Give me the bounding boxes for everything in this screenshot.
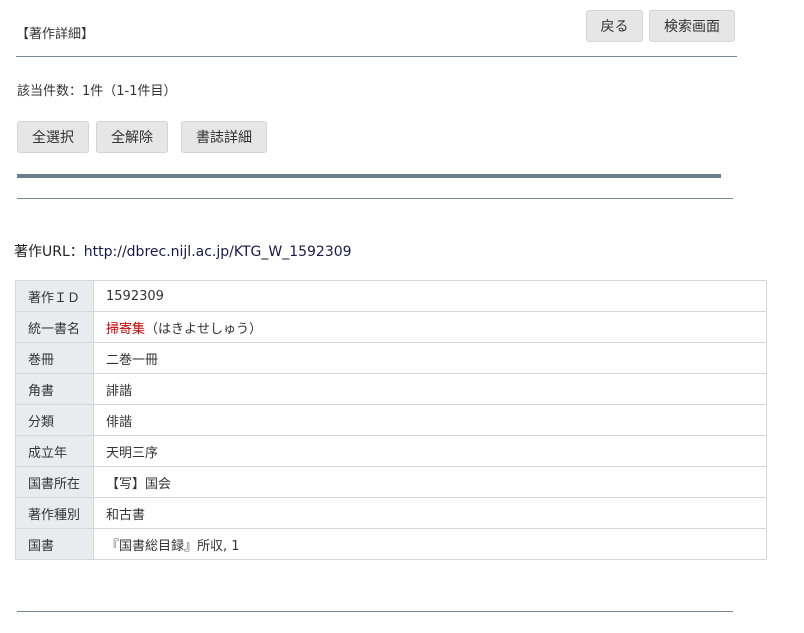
divider	[17, 611, 733, 612]
holdings-value: 【写】国会	[93, 466, 767, 498]
table-row: 国書所在 【写】国会	[15, 466, 767, 498]
category-value: 俳諧	[93, 404, 767, 436]
table-row: 統一書名 掃寄集（はきよせしゅう）	[15, 311, 767, 343]
unified-title-value: 掃寄集（はきよせしゅう）	[93, 311, 767, 343]
volumes-value: 二巻一冊	[93, 342, 767, 374]
select-all-button[interactable]: 全選択	[17, 121, 89, 153]
row-label: 分類	[15, 404, 94, 436]
table-row: 角書 誹諧	[15, 373, 767, 405]
kakugaki-value: 誹諧	[93, 373, 767, 405]
work-url: 著作URL：http://dbrec.nijl.ac.jp/KTG_W_1592…	[14, 241, 352, 261]
work-url-label: 著作URL：	[14, 244, 84, 260]
work-url-value[interactable]: http://dbrec.nijl.ac.jp/KTG_W_1592309	[84, 244, 352, 260]
kokusho-value: 『国書総目録』所収, 1	[93, 528, 767, 560]
row-label: 国書所在	[15, 466, 94, 498]
unified-title-reading: （はきよせしゅう）	[145, 321, 263, 337]
back-button[interactable]: 戻る	[586, 10, 643, 42]
table-row: 著作ＩＤ 1592309	[15, 280, 767, 312]
table-row: 巻冊 二巻一冊	[15, 342, 767, 374]
row-label: 著作種別	[15, 497, 94, 529]
table-row: 分類 俳諧	[15, 404, 767, 436]
section-bar	[17, 174, 721, 178]
divider	[16, 56, 737, 57]
work-id-value: 1592309	[93, 280, 767, 312]
row-label: 著作ＩＤ	[15, 280, 94, 312]
result-count: 該当件数：1件（1-1件目）	[17, 84, 177, 99]
table-row: 著作種別 和古書	[15, 497, 767, 529]
page-title: 【著作詳細】	[16, 27, 95, 42]
divider	[17, 198, 733, 199]
work-type-value: 和古書	[93, 497, 767, 529]
table-row: 国書 『国書総目録』所収, 1	[15, 528, 767, 560]
deselect-all-button[interactable]: 全解除	[96, 121, 168, 153]
row-label: 成立年	[15, 435, 94, 467]
row-label: 統一書名	[15, 311, 94, 343]
row-label: 巻冊	[15, 342, 94, 374]
table-row: 成立年 天明三序	[15, 435, 767, 467]
established-value: 天明三序	[93, 435, 767, 467]
search-screen-button[interactable]: 検索画面	[649, 10, 735, 42]
work-detail-table: 著作ＩＤ 1592309 統一書名 掃寄集（はきよせしゅう） 巻冊 二巻一冊 角…	[15, 280, 767, 560]
row-label: 角書	[15, 373, 94, 405]
bibliography-detail-button[interactable]: 書誌詳細	[181, 121, 267, 153]
row-label: 国書	[15, 528, 94, 560]
unified-title-text: 掃寄集	[106, 321, 146, 337]
